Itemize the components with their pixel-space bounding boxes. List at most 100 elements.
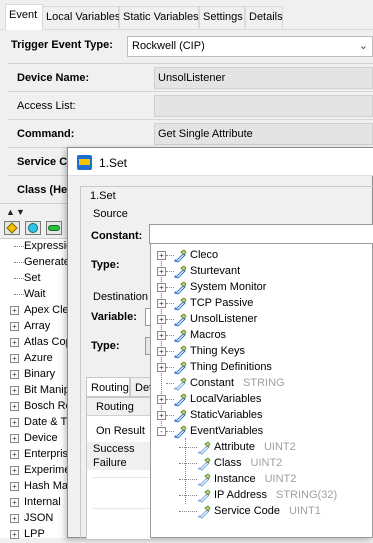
device-name-field[interactable]: UnsolListener <box>154 67 373 89</box>
expand-icon[interactable]: + <box>157 267 166 276</box>
tree-item-text: Thing Keys <box>190 345 245 357</box>
tab-event[interactable]: Event <box>5 4 43 31</box>
rectangle-shape-button[interactable] <box>46 221 62 235</box>
expand-icon[interactable]: + <box>157 331 166 340</box>
expand-icon[interactable]: + <box>157 395 166 404</box>
tree-connector <box>179 495 197 496</box>
tree-item-text: System Monitor <box>190 281 266 293</box>
list-item-label: Atlas Cop <box>24 336 72 348</box>
tree-item-type: UINT2 <box>264 473 297 485</box>
expand-icon[interactable]: + <box>10 386 19 395</box>
device-name-label: Device Name: <box>17 72 90 84</box>
variable-icon <box>173 425 187 439</box>
on-result-label: On Result <box>96 425 145 437</box>
routing-table: Routing On Result Success Failure <box>86 397 152 540</box>
command-field[interactable]: Get Single Attribute <box>154 123 373 145</box>
tree-item-text: TCP Passive <box>190 297 253 309</box>
access-list-field[interactable] <box>154 95 373 117</box>
tree-item-label: UnsolListener <box>190 313 258 325</box>
tree-item-type: UINT2 <box>250 457 283 469</box>
tree-item-text: Attribute UINT2 <box>214 441 296 453</box>
tree-item-label: IP Address <box>214 489 267 501</box>
variable-icon <box>173 281 187 295</box>
routing-failure-cell[interactable] <box>93 508 151 522</box>
list-item-label: JSON <box>24 512 54 524</box>
tab-routing[interactable]: Routing <box>86 377 130 397</box>
tree-item-label: Instance <box>214 473 256 485</box>
triangle-down-icon[interactable]: ▼ <box>16 207 25 217</box>
tab-local-variables[interactable]: Local Variables <box>42 6 120 28</box>
list-item-label: LPP <box>24 528 45 540</box>
tree-item-label: Sturtevant <box>190 265 241 277</box>
expand-icon[interactable]: + <box>157 315 166 324</box>
tree-item-text: Thing Definitions <box>190 361 272 373</box>
tab-static-variables[interactable]: Static Variables <box>119 6 199 28</box>
circle-shape-button[interactable] <box>25 221 41 235</box>
tree-connector <box>179 511 197 512</box>
tab-details[interactable]: Det <box>130 377 152 397</box>
variable-icon <box>173 345 187 359</box>
tree-item-type: STRING <box>243 377 285 389</box>
expand-icon[interactable]: + <box>10 402 19 411</box>
expand-icon[interactable]: + <box>10 322 19 331</box>
tab-details[interactable]: Details <box>245 6 283 28</box>
tree-item-text: Service Code UINT1 <box>214 505 321 517</box>
routing-success-cell[interactable] <box>93 477 151 491</box>
expand-icon[interactable]: + <box>10 514 19 523</box>
expand-icon[interactable]: + <box>10 370 19 379</box>
trigger-event-type-select[interactable]: Rockwell (CIP) ⌄ <box>127 36 373 57</box>
expand-icon[interactable]: + <box>157 363 166 372</box>
source-type-label: Type: <box>91 259 120 271</box>
expand-icon[interactable]: + <box>157 347 166 356</box>
list-item-label: Azure <box>24 352 53 364</box>
expand-icon[interactable]: + <box>10 338 19 347</box>
app-icon <box>77 155 92 170</box>
variable-icon <box>197 441 211 455</box>
variable-icon <box>173 329 187 343</box>
expand-icon[interactable]: + <box>157 411 166 420</box>
tab-bar: Event Local Variables Static Variables S… <box>0 0 373 31</box>
triangle-up-icon[interactable]: ▲ <box>6 207 15 217</box>
diamond-shape-button[interactable] <box>4 221 20 235</box>
dialog-title: 1.Set <box>99 156 128 170</box>
expand-icon[interactable]: + <box>10 450 19 459</box>
tree-item-label: Thing Keys <box>190 345 246 357</box>
expand-icon[interactable]: + <box>10 306 19 315</box>
expand-icon[interactable]: + <box>10 418 19 427</box>
variable-icon <box>173 297 187 311</box>
list-item-label: Internal <box>24 496 61 508</box>
expand-icon[interactable]: + <box>10 482 19 491</box>
tree-item-text: Cleco <box>190 249 218 261</box>
expand-icon[interactable]: + <box>10 434 19 443</box>
variable-icon <box>173 249 187 263</box>
tree-connector <box>14 278 24 279</box>
chevron-down-icon: ⌄ <box>358 40 368 52</box>
tree-item-text: UnsolListener <box>190 313 257 325</box>
tab-settings[interactable]: Settings <box>199 6 245 28</box>
tree-item-text: Sturtevant <box>190 265 240 277</box>
collapse-icon[interactable]: - <box>157 427 166 436</box>
expand-icon[interactable]: + <box>157 299 166 308</box>
tree-item-label: LocalVariables <box>190 393 262 405</box>
expand-icon[interactable]: + <box>10 498 19 507</box>
list-item-label: Date & Ti <box>24 416 70 428</box>
list-item-label: Bit Manip <box>24 384 70 396</box>
expand-icon[interactable]: + <box>10 466 19 475</box>
expand-icon[interactable]: + <box>157 283 166 292</box>
routing-header-row: Routing <box>87 398 151 416</box>
list-item-label: Apex Cle <box>24 304 69 316</box>
expand-icon[interactable]: + <box>157 251 166 260</box>
tree-connector <box>179 479 197 480</box>
tree-item-label: Thing Definitions <box>190 361 272 373</box>
variable-icon <box>197 489 211 503</box>
destination-title: Destination <box>93 291 149 303</box>
tree-item-text: Constant STRING <box>190 377 285 389</box>
variable-icon <box>197 473 211 487</box>
list-item-label: Experime <box>24 464 71 476</box>
variable-icon <box>173 377 187 391</box>
tab-label: Details <box>249 11 283 23</box>
tab-label: Static Variables <box>123 11 199 23</box>
constant-field[interactable] <box>149 224 373 244</box>
class-label: Class (He <box>17 184 68 196</box>
expand-icon[interactable]: + <box>10 354 19 363</box>
